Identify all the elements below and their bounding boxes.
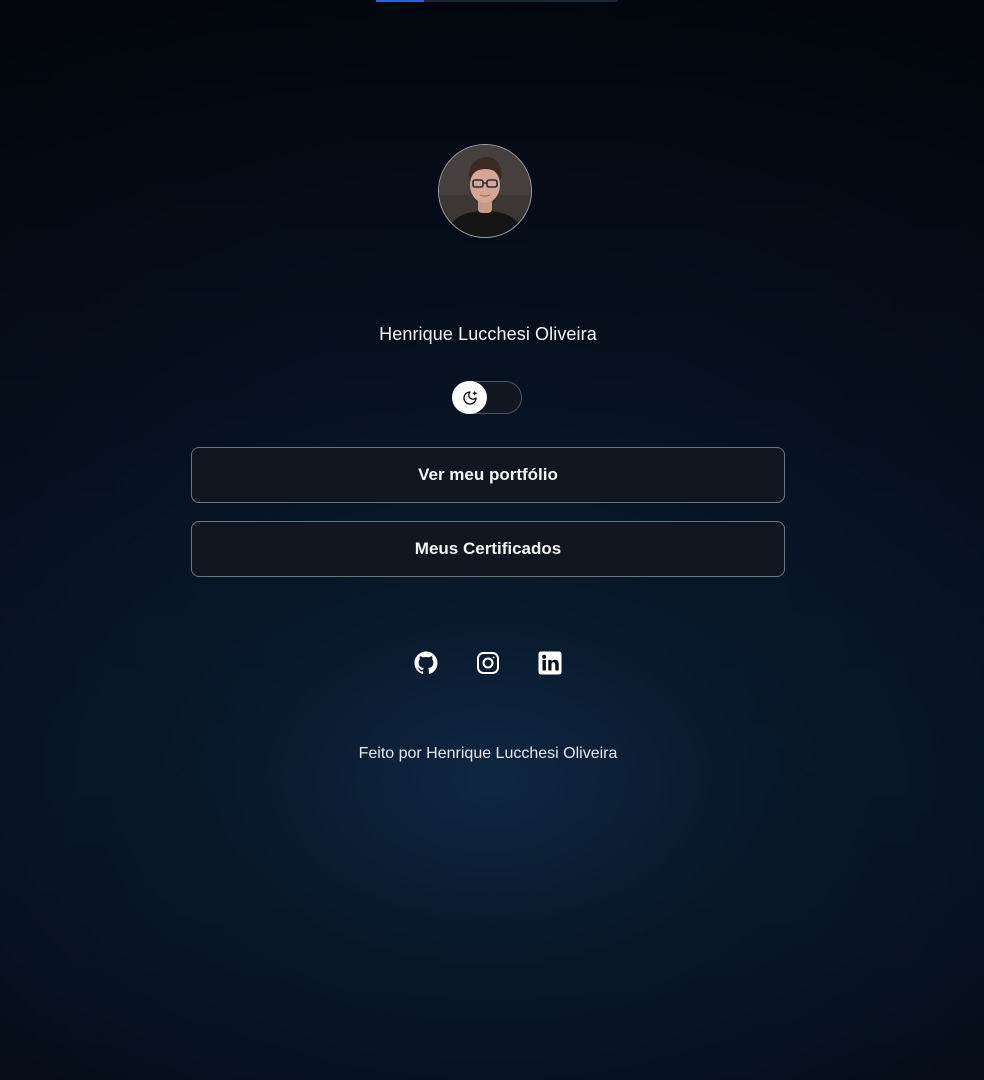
portfolio-button-label: Ver meu portfólio	[418, 465, 558, 484]
certificates-button[interactable]: Meus Certificados	[191, 521, 785, 577]
moon-stars-icon	[462, 390, 477, 405]
github-icon	[414, 651, 438, 674]
footer-credit: Feito por Henrique Lucchesi Oliveira	[358, 745, 618, 762]
linkedin-link[interactable]	[538, 650, 563, 675]
linkedin-icon	[538, 651, 562, 674]
profile-name: Henrique Lucchesi Oliveira	[379, 324, 597, 344]
avatar	[438, 144, 532, 238]
social-links	[0, 650, 976, 675]
theme-toggle[interactable]	[452, 381, 522, 414]
loading-progress-bar	[376, 0, 618, 2]
github-link[interactable]	[414, 650, 439, 675]
profile-photo	[439, 145, 531, 237]
instagram-icon	[477, 651, 499, 674]
toggle-knob[interactable]	[452, 381, 487, 414]
certificates-button-label: Meus Certificados	[414, 539, 562, 558]
instagram-link[interactable]	[476, 650, 501, 675]
portfolio-button[interactable]: Ver meu portfólio	[191, 447, 785, 503]
loading-progress-fill	[376, 0, 425, 2]
